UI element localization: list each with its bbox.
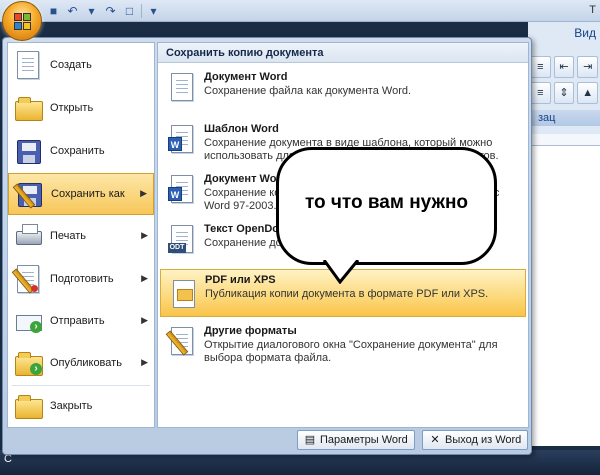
quick-access-toolbar: ■ ↶ ▾ ↷ □ ▾ <box>46 3 161 19</box>
menu-item-open[interactable]: Открыть <box>8 88 154 130</box>
option-word-document[interactable]: Документ Word Сохранение файла как докум… <box>160 67 526 115</box>
print-preview-icon[interactable]: □ <box>122 4 137 19</box>
undo-icon[interactable]: ↶ <box>65 4 80 19</box>
menu-item-close[interactable]: Закрыть <box>8 386 154 428</box>
option-title: Другие форматы <box>204 325 297 337</box>
office-button[interactable] <box>2 1 42 41</box>
menu-item-label: Закрыть <box>50 400 93 412</box>
dropdown-arrow-icon[interactable]: ▾ <box>84 4 99 19</box>
menu-footer: ▤ Параметры Word ✕ Выход из Word <box>3 430 531 454</box>
menu-item-label: Опубликовать <box>50 357 122 369</box>
submenu-arrow-icon: ▶ <box>141 230 148 240</box>
submenu-header: Сохранить копию документа <box>158 43 528 63</box>
open-folder-icon <box>14 94 44 124</box>
redo-icon[interactable]: ↷ <box>103 4 118 19</box>
tab-view[interactable]: Вид <box>574 26 596 40</box>
office-logo-icon <box>14 13 32 31</box>
save-icon <box>14 137 44 167</box>
title-bar: ■ ↶ ▾ ↷ □ ▾ Т <box>0 0 600 22</box>
menu-item-label: Отправить <box>50 315 105 327</box>
other-formats-icon <box>165 327 196 361</box>
save-icon[interactable]: ■ <box>46 4 61 19</box>
prepare-icon <box>11 265 44 295</box>
multilevel-list-icon[interactable]: ≡ <box>530 56 551 78</box>
exit-word-button[interactable]: ✕ Выход из Word <box>422 430 529 450</box>
ribbon-group-paragraph: зац <box>528 110 600 126</box>
menu-item-label: Создать <box>50 59 92 71</box>
menu-item-label: Подготовить <box>50 273 114 285</box>
submenu-arrow-icon: ▶ <box>140 188 147 198</box>
close-icon: ✕ <box>430 434 440 446</box>
document-options-icon: ▤ <box>304 434 316 446</box>
submenu-arrow-icon: ▶ <box>141 357 148 367</box>
menu-item-publish[interactable]: › Опубликовать ▶ <box>8 343 154 385</box>
option-title: Документ Word <box>204 71 288 83</box>
document-page[interactable] <box>528 146 600 446</box>
option-other-formats[interactable]: Другие форматы Открытие диалогового окна… <box>160 321 526 369</box>
menu-item-prepare[interactable]: Подготовить ▶ <box>8 259 154 301</box>
word-options-button[interactable]: ▤ Параметры Word <box>297 430 415 450</box>
justify-icon[interactable]: ≡ <box>530 82 551 104</box>
menu-item-send[interactable]: › Отправить ▶ <box>8 301 154 343</box>
menu-item-print[interactable]: Печать ▶ <box>8 216 154 258</box>
menu-item-label: Сохранить как <box>51 188 125 200</box>
speech-bubble-text: то что вам нужно <box>304 192 469 213</box>
qat-separator <box>141 4 142 18</box>
odt-icon: ODT <box>168 225 196 259</box>
word-97-icon: W <box>168 175 196 209</box>
decrease-indent-icon[interactable]: ⇤ <box>553 56 575 78</box>
pdf-xps-icon <box>169 276 197 310</box>
submenu-arrow-icon: ▶ <box>141 273 148 283</box>
ruler <box>528 134 600 146</box>
option-description: Сохранение файла как документа Word. <box>204 85 412 97</box>
speech-bubble: то что вам нужно <box>276 147 497 265</box>
increase-indent-icon[interactable]: ⇥ <box>577 56 599 78</box>
menu-commands: Создать Открыть Сохранить Сохранить как … <box>7 42 155 428</box>
ribbon-row-2: ≡ ⇕ ▲ <box>530 82 599 104</box>
send-icon: › <box>14 307 44 337</box>
submenu-arrow-icon: ▶ <box>141 315 148 325</box>
save-as-icon <box>12 180 45 210</box>
menu-item-new[interactable]: Создать <box>8 45 154 87</box>
option-title: PDF или XPS <box>205 274 276 286</box>
new-document-icon <box>14 51 44 81</box>
option-description: Открытие диалогового окна "Сохранение до… <box>204 339 498 364</box>
customize-qat-icon[interactable]: ▾ <box>146 4 161 19</box>
menu-item-label: Сохранить <box>50 145 105 157</box>
option-title: Шаблон Word <box>204 123 279 135</box>
menu-item-label: Открыть <box>50 102 94 114</box>
exit-word-label: Выход из Word <box>445 434 522 446</box>
ribbon: Вид ≡ ⇤ ⇥ ≡ ⇕ ▲ зац <box>528 22 600 142</box>
word-document-icon <box>168 73 196 107</box>
menu-item-save[interactable]: Сохранить <box>8 131 154 173</box>
ribbon-row-1: ≡ ⇤ ⇥ <box>530 56 599 78</box>
word-options-label: Параметры Word <box>320 434 408 446</box>
speech-bubble-tail <box>322 260 360 284</box>
print-icon <box>14 222 44 252</box>
close-folder-icon <box>14 392 44 422</box>
shading-icon[interactable]: ▲ <box>577 82 599 104</box>
line-spacing-icon[interactable]: ⇕ <box>553 82 575 104</box>
option-description: Публикация копии документа в формате PDF… <box>205 288 489 300</box>
word-template-icon: W <box>168 125 196 159</box>
window-caption: Т <box>589 4 596 16</box>
publish-icon: › <box>14 349 44 379</box>
menu-item-save-as[interactable]: Сохранить как ▶ <box>8 173 154 215</box>
menu-item-label: Печать <box>50 230 87 242</box>
